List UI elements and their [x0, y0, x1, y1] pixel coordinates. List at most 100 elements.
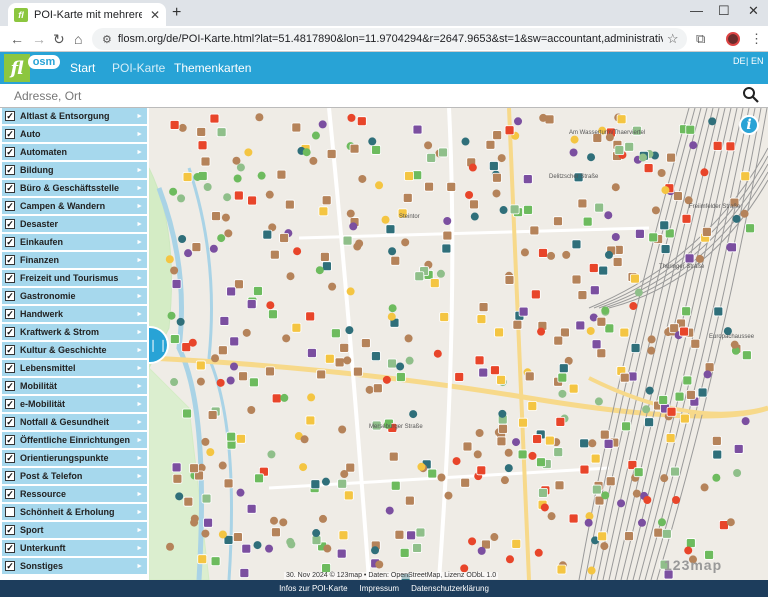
- poi-marker[interactable]: [518, 306, 529, 317]
- poi-marker[interactable]: [539, 113, 548, 122]
- nav-poi-karte[interactable]: POI-Karte: [112, 61, 165, 75]
- poi-marker[interactable]: [498, 423, 508, 434]
- poi-marker[interactable]: [512, 319, 523, 330]
- poi-marker[interactable]: [617, 499, 626, 508]
- poi-marker[interactable]: [284, 199, 295, 210]
- poi-marker[interactable]: [328, 282, 337, 291]
- poi-marker[interactable]: [345, 462, 356, 473]
- category-item[interactable]: ✓ Freizeit und Tourismus ►: [2, 270, 147, 286]
- poi-marker[interactable]: [211, 211, 221, 222]
- poi-marker[interactable]: [616, 114, 627, 125]
- category-checkbox[interactable]: ✓: [5, 471, 15, 481]
- poi-marker[interactable]: [651, 206, 660, 215]
- category-checkbox[interactable]: ✓: [5, 201, 15, 211]
- poi-marker[interactable]: [726, 243, 735, 252]
- poi-marker[interactable]: [244, 148, 253, 157]
- poi-marker[interactable]: [176, 317, 185, 326]
- poi-marker[interactable]: [532, 434, 542, 444]
- poi-marker[interactable]: [648, 232, 659, 243]
- address-search-input[interactable]: [14, 87, 714, 105]
- poi-marker[interactable]: [611, 183, 620, 192]
- poi-marker[interactable]: [269, 249, 280, 260]
- poi-marker[interactable]: [388, 304, 397, 313]
- poi-marker[interactable]: [528, 451, 537, 460]
- flosm-logo[interactable]: fl osm: [4, 54, 60, 82]
- poi-marker[interactable]: [404, 334, 413, 343]
- expand-arrow-icon[interactable]: ►: [136, 311, 143, 318]
- poi-marker[interactable]: [356, 116, 367, 127]
- poi-marker[interactable]: [191, 242, 202, 253]
- poi-marker[interactable]: [500, 476, 509, 485]
- poi-marker[interactable]: [643, 163, 654, 173]
- poi-marker[interactable]: [371, 351, 381, 362]
- poi-marker[interactable]: [444, 491, 453, 500]
- poi-marker[interactable]: [498, 409, 507, 418]
- lang-de[interactable]: DE: [733, 56, 746, 66]
- category-item[interactable]: ✓ Notfall & Gesundheit ►: [2, 414, 147, 430]
- poi-marker[interactable]: [475, 428, 484, 437]
- category-item[interactable]: ✓ Kraftwerk & Strom ►: [2, 324, 147, 340]
- expand-arrow-icon[interactable]: ►: [136, 545, 143, 552]
- poi-marker[interactable]: [611, 232, 620, 241]
- poi-marker[interactable]: [711, 436, 722, 446]
- extensions-icon[interactable]: ⧉: [696, 31, 705, 47]
- poi-marker[interactable]: [568, 513, 579, 524]
- poi-marker[interactable]: [286, 272, 295, 281]
- poi-marker[interactable]: [461, 137, 470, 146]
- category-checkbox[interactable]: ✓: [5, 327, 15, 337]
- poi-marker[interactable]: [271, 527, 281, 538]
- maximize-icon[interactable]: ☐: [718, 3, 730, 19]
- poi-marker[interactable]: [666, 406, 677, 417]
- expand-arrow-icon[interactable]: ►: [136, 563, 143, 570]
- poi-marker[interactable]: [169, 120, 180, 130]
- poi-marker[interactable]: [660, 474, 669, 483]
- poi-marker[interactable]: [569, 148, 578, 157]
- poi-marker[interactable]: [657, 168, 666, 177]
- nav-themenkarten[interactable]: Themenkarten: [174, 61, 251, 75]
- expand-arrow-icon[interactable]: ►: [136, 239, 143, 246]
- poi-marker[interactable]: [246, 299, 257, 309]
- poi-marker[interactable]: [184, 249, 193, 258]
- poi-marker[interactable]: [412, 543, 422, 553]
- nav-start[interactable]: Start: [70, 61, 95, 75]
- poi-marker[interactable]: [612, 257, 623, 267]
- poi-marker[interactable]: [588, 439, 597, 448]
- poi-marker[interactable]: [536, 457, 546, 468]
- category-item[interactable]: ✓ Sport ►: [2, 522, 147, 538]
- category-item[interactable]: ✓ Campen & Wandern ►: [2, 198, 147, 214]
- poi-marker[interactable]: [265, 190, 274, 199]
- expand-arrow-icon[interactable]: ►: [136, 455, 143, 462]
- poi-marker[interactable]: [504, 448, 513, 457]
- poi-marker[interactable]: [454, 372, 465, 382]
- poi-marker[interactable]: [477, 546, 486, 555]
- poi-marker[interactable]: [429, 278, 440, 289]
- expand-arrow-icon[interactable]: ►: [136, 473, 143, 480]
- footer-link-datenschutz[interactable]: Datenschutzerklärung: [411, 584, 489, 593]
- poi-marker[interactable]: [372, 383, 383, 394]
- poi-marker[interactable]: [562, 250, 571, 259]
- poi-marker[interactable]: [230, 362, 239, 371]
- category-item[interactable]: ✓ Lebensmittel ►: [2, 360, 147, 376]
- poi-marker[interactable]: [270, 516, 279, 525]
- close-window-icon[interactable]: ✕: [748, 3, 759, 19]
- poi-marker[interactable]: [492, 189, 501, 198]
- poi-marker[interactable]: [345, 326, 354, 335]
- poi-marker[interactable]: [211, 354, 220, 363]
- poi-marker[interactable]: [318, 120, 327, 129]
- poi-marker[interactable]: [637, 518, 646, 527]
- poi-marker[interactable]: [496, 374, 506, 385]
- poi-marker[interactable]: [182, 408, 192, 419]
- poi-marker[interactable]: [530, 289, 541, 300]
- poi-marker[interactable]: [201, 529, 210, 538]
- poi-marker[interactable]: [365, 385, 374, 394]
- poi-marker[interactable]: [470, 212, 479, 221]
- forward-icon[interactable]: →: [32, 31, 46, 47]
- poi-marker[interactable]: [621, 421, 631, 432]
- poi-marker[interactable]: [218, 530, 227, 539]
- category-checkbox[interactable]: ✓: [5, 435, 15, 445]
- category-item[interactable]: ✓ Kultur & Geschichte ►: [2, 342, 147, 358]
- poi-marker[interactable]: [242, 328, 251, 337]
- poi-marker[interactable]: [601, 491, 610, 500]
- poi-marker[interactable]: [603, 439, 614, 449]
- poi-marker[interactable]: [598, 265, 609, 276]
